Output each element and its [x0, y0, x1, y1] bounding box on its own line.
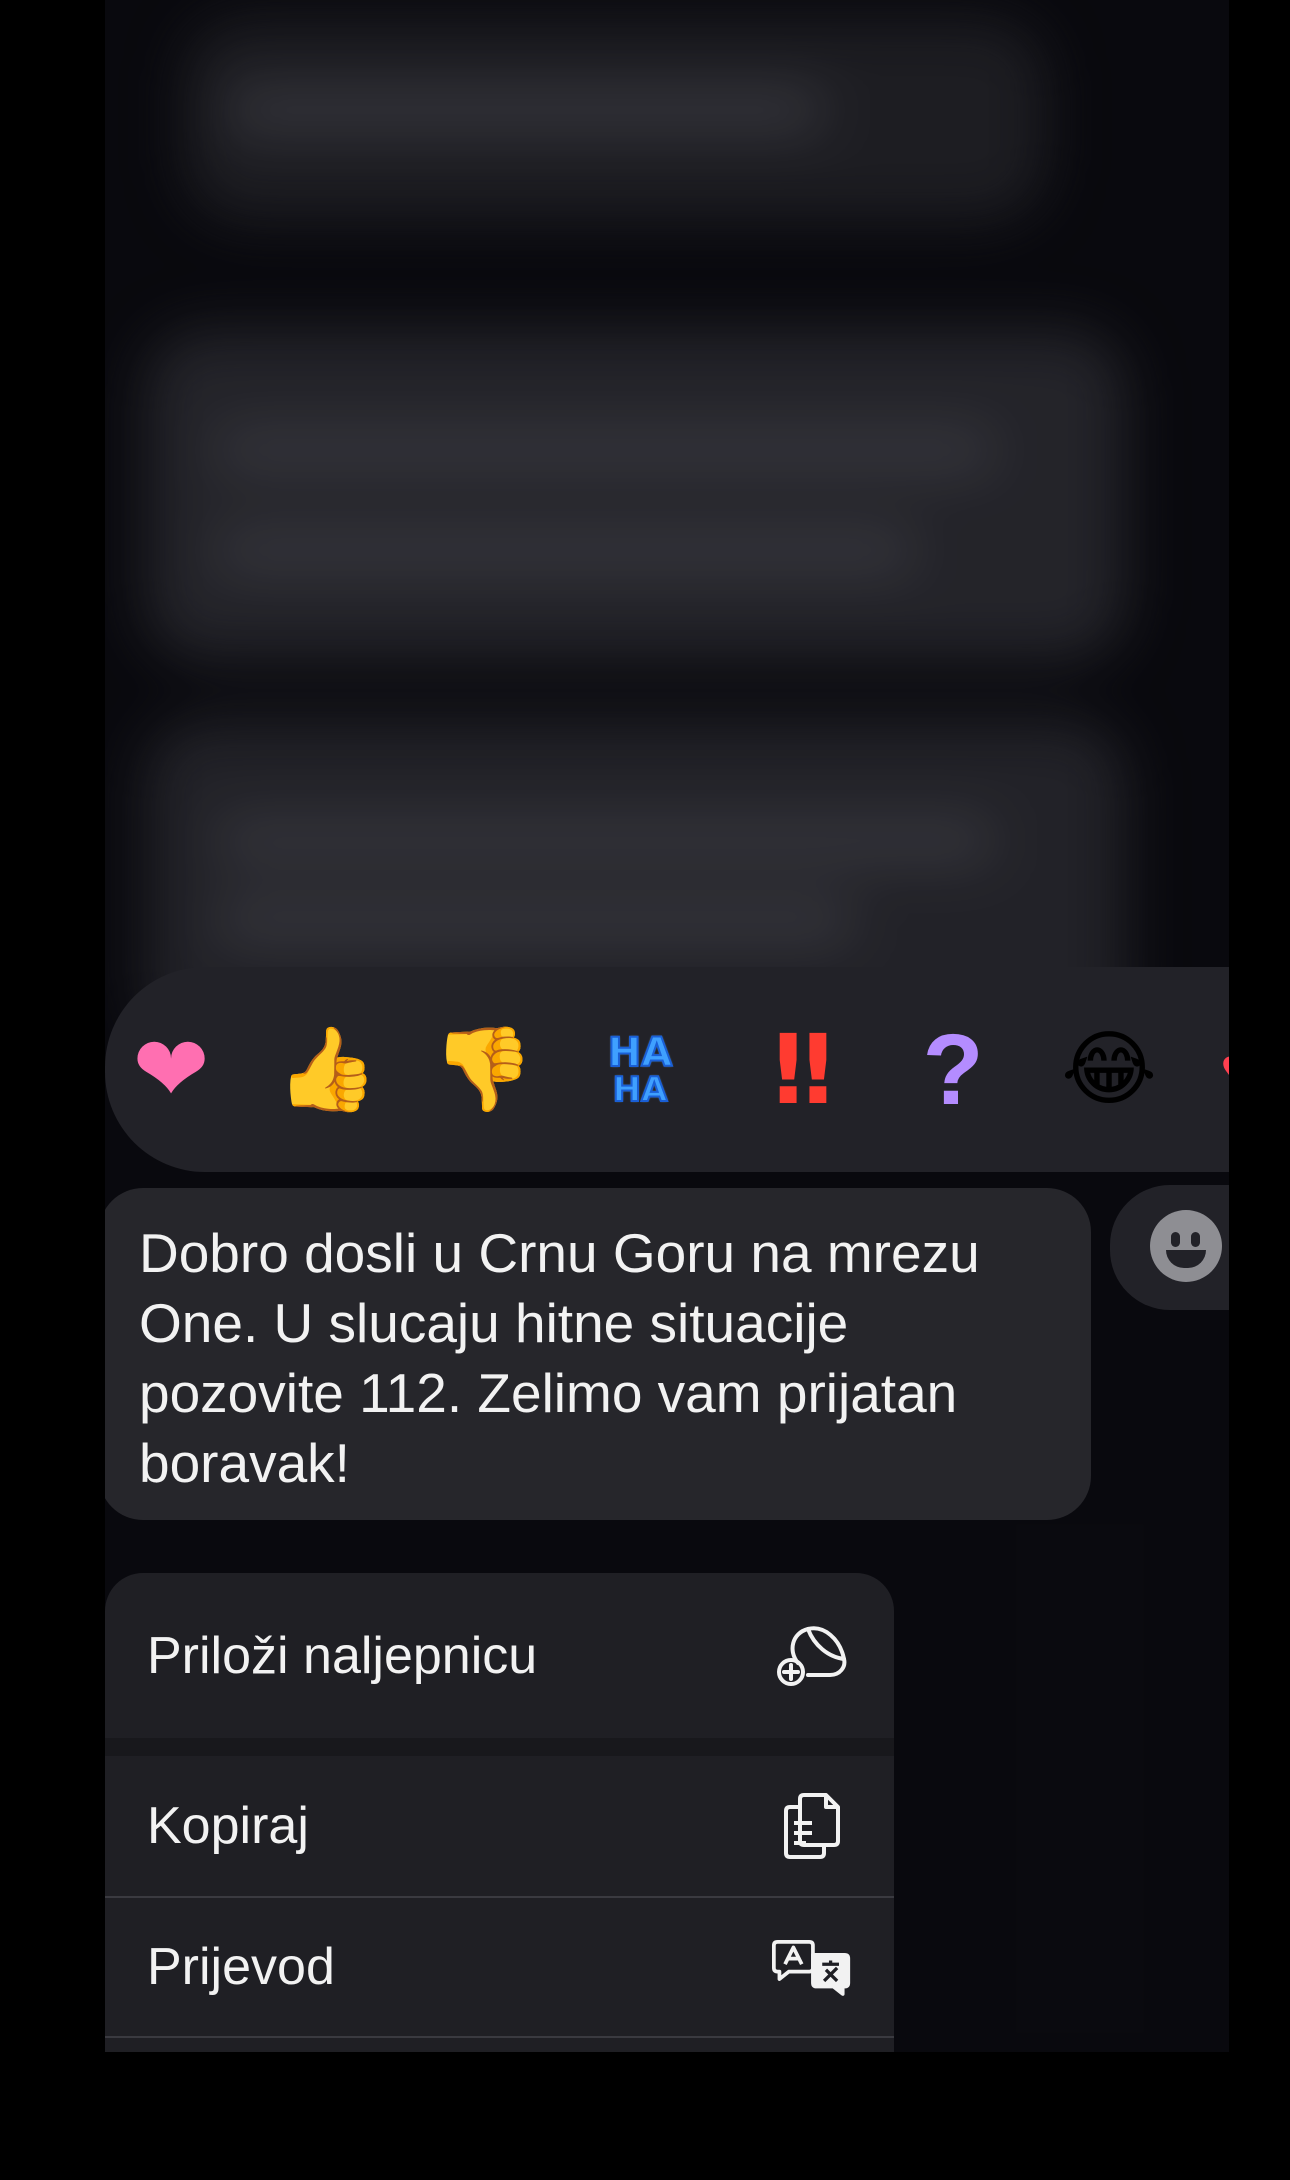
heart-reaction[interactable]: ❤: [132, 1024, 209, 1116]
add-emoji-reaction-button[interactable]: [1110, 1185, 1229, 1310]
menu-item-attach-sticker[interactable]: Priloži naljepnicu: [105, 1573, 894, 1738]
translate-icon: [772, 1927, 852, 2007]
question-reaction[interactable]: ?: [922, 1020, 983, 1120]
menu-item-translate[interactable]: Prijevod: [105, 1898, 894, 2036]
exclamation-reaction[interactable]: !!: [766, 1022, 839, 1118]
messages-screen: ❤ 👍 👎 HA HA !! ? 😂 ♥ Dobro dosli u Crnu …: [105, 0, 1229, 2052]
smiley-icon: [1150, 1210, 1222, 1282]
message-bubble: Dobro dosli u Crnu Goru na mrezu One. U …: [105, 1188, 1091, 1520]
menu-item-copy[interactable]: Kopiraj: [105, 1756, 894, 1896]
thumbs-up-reaction[interactable]: 👍: [276, 1028, 378, 1111]
sticker-add-icon: [772, 1616, 852, 1696]
menu-item-label: Prijevod: [147, 1938, 335, 1996]
copy-icon: [772, 1786, 852, 1866]
menu-item-label: Kopiraj: [147, 1797, 309, 1855]
menu-item-label: Priloži naljepnicu: [147, 1626, 538, 1685]
more-reaction[interactable]: ♥: [1220, 1039, 1229, 1100]
reactions-bar: ❤ 👍 👎 HA HA !! ? 😂 ♥: [105, 967, 1229, 1172]
haha-reaction[interactable]: HA HA: [607, 1032, 673, 1108]
thumbs-down-reaction[interactable]: 👎: [432, 1028, 534, 1111]
message-text: Dobro dosli u Crnu Goru na mrezu One. U …: [139, 1222, 980, 1494]
context-menu: Priloži naljepnicu Kopiraj Prijevod: [105, 1573, 894, 2052]
laugh-reaction[interactable]: 😂: [1061, 1028, 1157, 1111]
